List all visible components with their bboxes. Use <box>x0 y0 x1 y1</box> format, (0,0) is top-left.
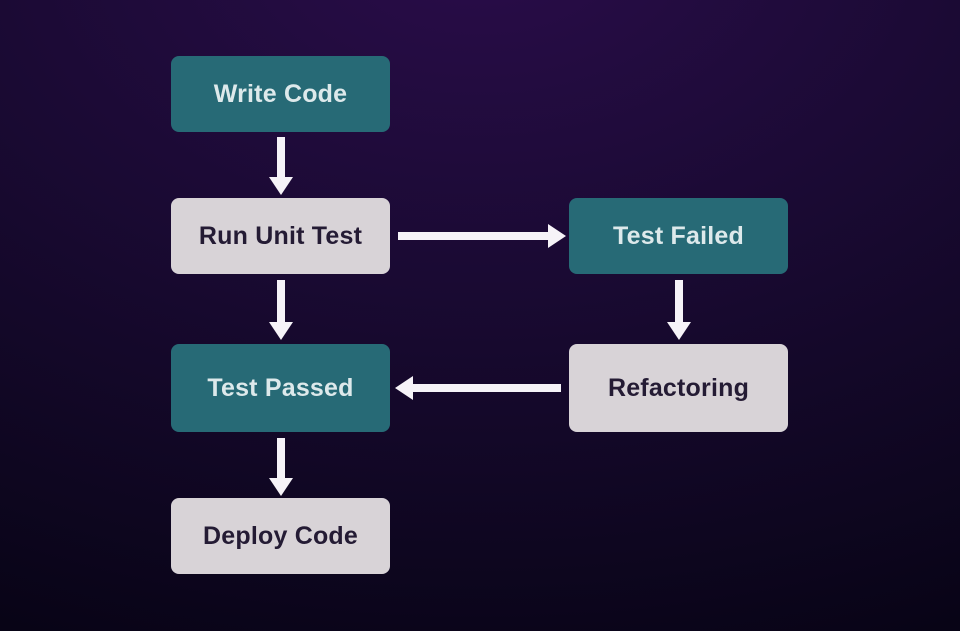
arrow-write-to-run <box>277 137 285 179</box>
arrow-passed-to-deploy-head <box>269 478 293 496</box>
node-deploy-code: Deploy Code <box>171 498 390 574</box>
arrow-run-to-failed-head <box>548 224 566 248</box>
arrow-passed-to-deploy <box>277 438 285 480</box>
arrow-refactor-to-passed <box>413 384 561 392</box>
arrow-failed-to-refactor <box>675 280 683 324</box>
node-write-code: Write Code <box>171 56 390 132</box>
arrow-run-to-failed <box>398 232 550 240</box>
node-refactoring: Refactoring <box>569 344 788 432</box>
arrow-refactor-to-passed-head <box>395 376 413 400</box>
node-test-failed: Test Failed <box>569 198 788 274</box>
arrow-write-to-run-head <box>269 177 293 195</box>
arrow-failed-to-refactor-head <box>667 322 691 340</box>
node-run-unit-test: Run Unit Test <box>171 198 390 274</box>
arrow-run-to-passed <box>277 280 285 324</box>
node-test-passed: Test Passed <box>171 344 390 432</box>
arrow-run-to-passed-head <box>269 322 293 340</box>
